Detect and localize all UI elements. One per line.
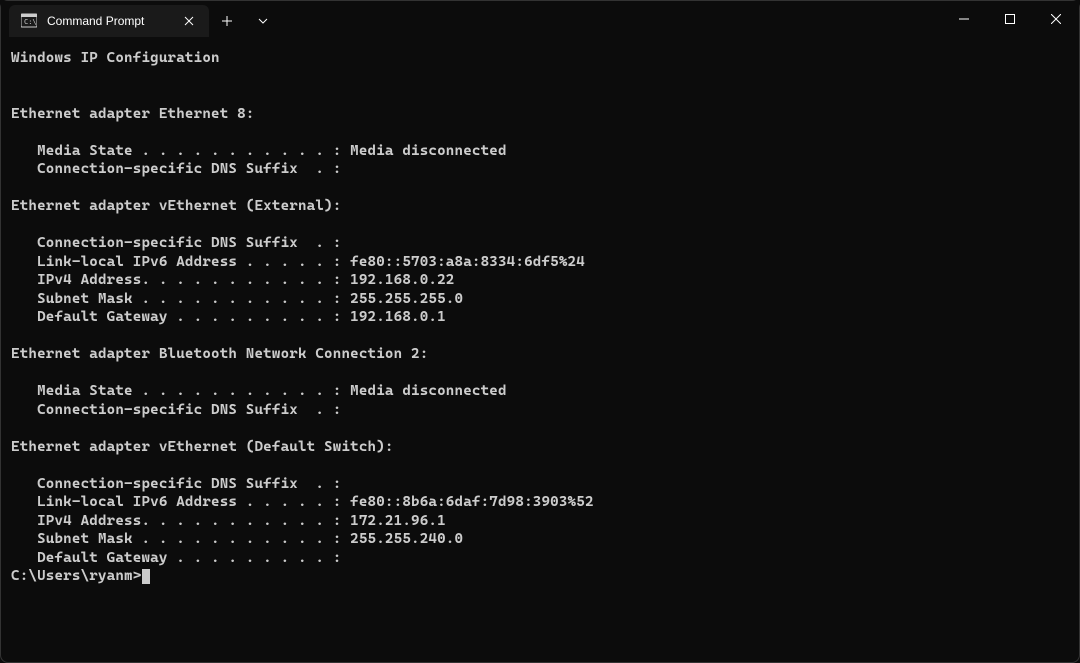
tab-close-button[interactable] [181,13,197,29]
window-controls [941,1,1079,37]
minimize-button[interactable] [941,1,987,37]
titlebar-left: C:\ Command Prompt [1,1,281,37]
maximize-button[interactable] [987,1,1033,37]
window-titlebar: C:\ Command Prompt [1,1,1079,37]
close-button[interactable] [1033,1,1079,37]
svg-text:C:\: C:\ [24,18,37,26]
tab-dropdown-button[interactable] [245,5,281,37]
cmd-icon: C:\ [21,13,37,29]
terminal-tab[interactable]: C:\ Command Prompt [9,5,209,37]
cursor [142,569,150,584]
tab-title: Command Prompt [47,14,171,28]
command-prompt: C:\Users\ryanm> [11,568,141,584]
terminal-output[interactable]: Windows IP Configuration Ethernet adapte… [1,37,1079,594]
new-tab-button[interactable] [209,5,245,37]
